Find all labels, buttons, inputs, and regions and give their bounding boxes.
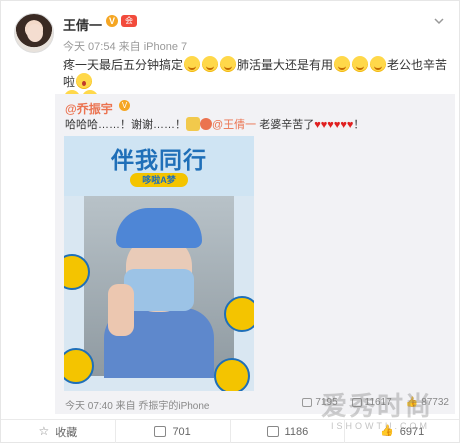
emoji-icon: [370, 56, 387, 72]
repost-text-end: ！: [353, 119, 365, 131]
bell-icon: [64, 348, 94, 384]
photo-title: 伴我同行: [111, 148, 207, 174]
peace-sign-hand: [108, 284, 134, 336]
repost-meta: 今天 07:40 来自 乔振宇的iPhone: [65, 401, 210, 412]
emoji-icon: [334, 56, 351, 72]
comment-button[interactable]: 1186: [231, 420, 346, 443]
emoji-icon: [184, 56, 201, 72]
like-button-count: 6971: [399, 425, 425, 438]
bell-icon: [224, 296, 254, 332]
mention-icon: [200, 118, 212, 130]
verified-badge-icon: V: [106, 15, 118, 27]
weibo-card: 王倩一 V 会 今天 07:54 来自 iPhone 7 疼一天最后五分钟搞定 肺…: [0, 0, 460, 443]
repost-photo[interactable]: 伴我同行 哆啦A梦: [64, 136, 254, 391]
bell-icon: [214, 358, 250, 391]
repost-box[interactable]: @乔振宇 V 哈哈哈……！谢谢……！ @王倩一 老婆辛苦了♥♥♥♥♥♥！ 伴我同行…: [55, 94, 455, 414]
surgical-cap: [116, 208, 202, 248]
repost-button-count: 701: [172, 425, 191, 438]
favorite-label: 收藏: [55, 426, 78, 439]
repost-mention[interactable]: @王倩一: [212, 119, 256, 131]
verified-badge-icon: V: [119, 100, 130, 111]
post-username[interactable]: 王倩一: [63, 15, 102, 34]
hearts-icon: ♥♥♥♥♥♥: [314, 119, 354, 131]
post-meta: 今天 07:54 来自 iPhone 7: [63, 41, 188, 53]
like-button[interactable]: 👍 6971: [345, 420, 459, 443]
repost-button[interactable]: 701: [116, 420, 231, 443]
photo-subtitle: 哆啦A梦: [130, 173, 188, 187]
thumb-icon: 👍: [380, 425, 394, 437]
post-text-part1: 疼一天最后五分钟搞定: [63, 58, 184, 72]
avatar[interactable]: [14, 13, 54, 53]
emoji-icon: [220, 56, 237, 72]
repost-username[interactable]: @乔振宇: [65, 100, 113, 117]
comment-icon: [266, 426, 279, 437]
chevron-down-icon[interactable]: [433, 15, 445, 27]
watermark: 爱秀时尚: [321, 391, 434, 421]
vip-badge-icon: 会: [121, 15, 137, 27]
face-mask: [124, 269, 194, 311]
emoji-icon: [76, 73, 93, 89]
repost-text-part1: 哈哈哈……！谢谢……！: [65, 119, 186, 131]
repost-badges: V: [119, 100, 130, 111]
emoji-icon: [186, 117, 200, 131]
action-bar: ☆ 收藏 701 1186 👍 6971: [1, 419, 459, 443]
star-icon: ☆: [38, 424, 50, 438]
emoji-icon: [352, 56, 369, 72]
comment-button-count: 1186: [284, 425, 309, 438]
emoji-icon: [202, 56, 219, 72]
favorite-button[interactable]: ☆ 收藏: [1, 420, 116, 443]
avatar-face: [27, 24, 43, 42]
repost-icon: [154, 426, 167, 437]
post-text-part2: 肺活量大还是有用: [237, 58, 334, 72]
repost-text: 哈哈哈……！谢谢……！ @王倩一 老婆辛苦了♥♥♥♥♥♥！: [65, 117, 445, 133]
repost-icon: [302, 398, 313, 407]
repost-text-part2: 老婆辛苦了: [259, 119, 315, 131]
